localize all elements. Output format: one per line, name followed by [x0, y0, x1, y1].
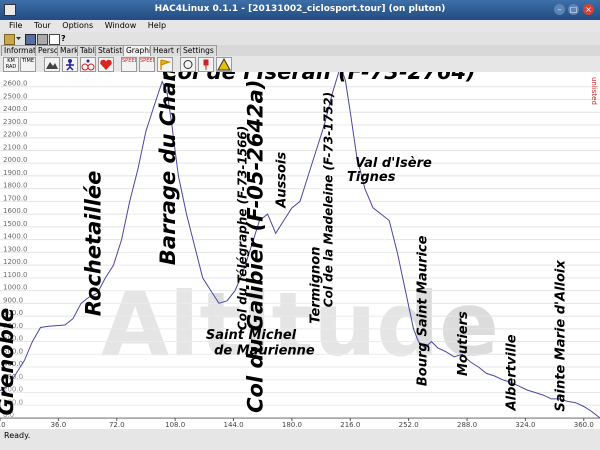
x-tick-label: 144.0	[223, 421, 243, 429]
y-tick-label: 1100.0	[3, 271, 28, 279]
y-tick-label: 1000.0	[3, 284, 28, 292]
annotation-label: Col de l'Iseran (F-73-2764)	[162, 72, 476, 84]
side-label: unlisted	[590, 77, 598, 105]
cyclist-icon[interactable]	[80, 57, 96, 72]
annotation-label: Col de la Madeleine (F-73-1752)	[321, 92, 335, 307]
y-tick-label: 1400.0	[3, 233, 28, 241]
dropdown-arrow-icon[interactable]	[16, 34, 21, 43]
y-tick-label: 1500.0	[3, 220, 28, 228]
x-axis: 0.0 36.0 72.0 108.0 144.0 180.0 216.0 252.0 288.…	[0, 418, 600, 429]
pin-icon[interactable]	[198, 57, 214, 72]
y-tick-label: 2300.0	[3, 118, 28, 126]
annotation-label: Saint Maurice	[416, 235, 431, 336]
y-tick-label: 1200.0	[3, 258, 28, 266]
annotation-label: Moutiers	[456, 311, 471, 376]
close-icon[interactable]: ×	[583, 4, 594, 15]
annotation-label: Sainte Marie d'Alloix	[553, 260, 568, 412]
save-icon[interactable]	[25, 34, 36, 45]
annotation-label: Albertville	[505, 334, 520, 411]
print-icon[interactable]	[37, 34, 48, 45]
status-bar: Ready.	[0, 429, 600, 450]
copy-icon[interactable]	[49, 34, 60, 45]
menu-options[interactable]: Options	[62, 20, 93, 32]
circle-icon[interactable]	[180, 57, 196, 72]
x-tick-label: 36.0	[51, 421, 67, 429]
y-tick-label: 2000.0	[3, 156, 28, 164]
tab-settings[interactable]: Settings	[180, 45, 217, 56]
title-bar: HAC4Linux 0.1.1 - [20131002_ciclosport.t…	[0, 0, 600, 20]
x-tick-label: 108.0	[165, 421, 185, 429]
km-rad-button[interactable]: KM RAD	[3, 57, 19, 72]
hiker-icon[interactable]	[62, 57, 78, 72]
altitude-chart: Altitude 0.0100.0200.0300.0400.0500.0600…	[0, 72, 600, 429]
time-button[interactable]: TIME	[20, 57, 36, 72]
y-tick-label: 2500.0	[3, 92, 28, 100]
y-tick-label: 900.0	[3, 296, 23, 304]
window-title: HAC4Linux 0.1.1 - [20131002_ciclosport.t…	[0, 4, 600, 14]
y-tick-label: 2400.0	[3, 105, 28, 113]
mountain-icon[interactable]	[44, 57, 60, 72]
maximize-icon[interactable]: □	[568, 4, 579, 15]
y-tick-label: 2200.0	[3, 131, 28, 139]
speed-button[interactable]: SPEED	[121, 57, 137, 72]
open-folder-icon[interactable]	[4, 34, 15, 45]
minimize-icon[interactable]: –	[554, 4, 565, 15]
annotation-label: Tignes	[347, 170, 396, 185]
main-toolbar: ?	[0, 32, 600, 46]
x-tick-label: 180.0	[282, 421, 302, 429]
annotation-label: Aussois	[274, 152, 289, 209]
annotation-label: de Maurienne	[214, 343, 315, 358]
y-tick-label: 1800.0	[3, 182, 28, 190]
y-tick-label: 1700.0	[3, 194, 28, 202]
annotation-label: Saint Michel	[206, 328, 297, 343]
annotation-label: Rochetaillée	[82, 171, 106, 316]
flag-icon[interactable]	[157, 57, 173, 72]
graphics-toolbar: KM RAD TIME SPEED SPEED	[0, 56, 600, 73]
speed-alt-button[interactable]: SPEED	[139, 57, 155, 72]
warning-icon[interactable]	[216, 57, 232, 72]
menu-bar: File Tour Options Window Help	[0, 20, 600, 32]
help-icon[interactable]: ?	[61, 34, 70, 43]
annotation-label: Col du Télégraphe (F-73-1566)	[236, 126, 250, 330]
menu-window[interactable]: Window	[105, 20, 137, 32]
menu-help[interactable]: Help	[148, 20, 166, 32]
heart-icon[interactable]	[98, 57, 114, 72]
x-tick-label: 288.0	[457, 421, 477, 429]
y-tick-label: 2100.0	[3, 143, 28, 151]
x-tick-label: 72.0	[109, 421, 125, 429]
x-tick-label: 360.0	[574, 421, 594, 429]
tab-bar: Information Person Marks Table Statistic…	[0, 45, 600, 56]
y-tick-label: 2600.0	[3, 80, 28, 88]
annotation-label: Grenoble	[0, 308, 18, 416]
x-tick-label: 324.0	[515, 421, 535, 429]
x-tick-label: 0.0	[0, 421, 6, 429]
y-tick-label: 1900.0	[3, 169, 28, 177]
menu-file[interactable]: File	[9, 20, 22, 32]
x-tick-label: 216.0	[340, 421, 360, 429]
status-text: Ready.	[4, 431, 30, 440]
y-tick-label: 1600.0	[3, 207, 28, 215]
annotation-label: Barrage du Chambon	[156, 72, 180, 265]
x-tick-label: 252.0	[399, 421, 419, 429]
y-tick-label: 1300.0	[3, 245, 28, 253]
menu-tour[interactable]: Tour	[34, 20, 51, 32]
altitude-chart-area[interactable]: Altitude 0.0100.0200.0300.0400.0500.0600…	[0, 72, 600, 429]
annotation-label: Val d'Isère	[355, 156, 432, 171]
annotation-label: Bourg	[416, 342, 431, 386]
